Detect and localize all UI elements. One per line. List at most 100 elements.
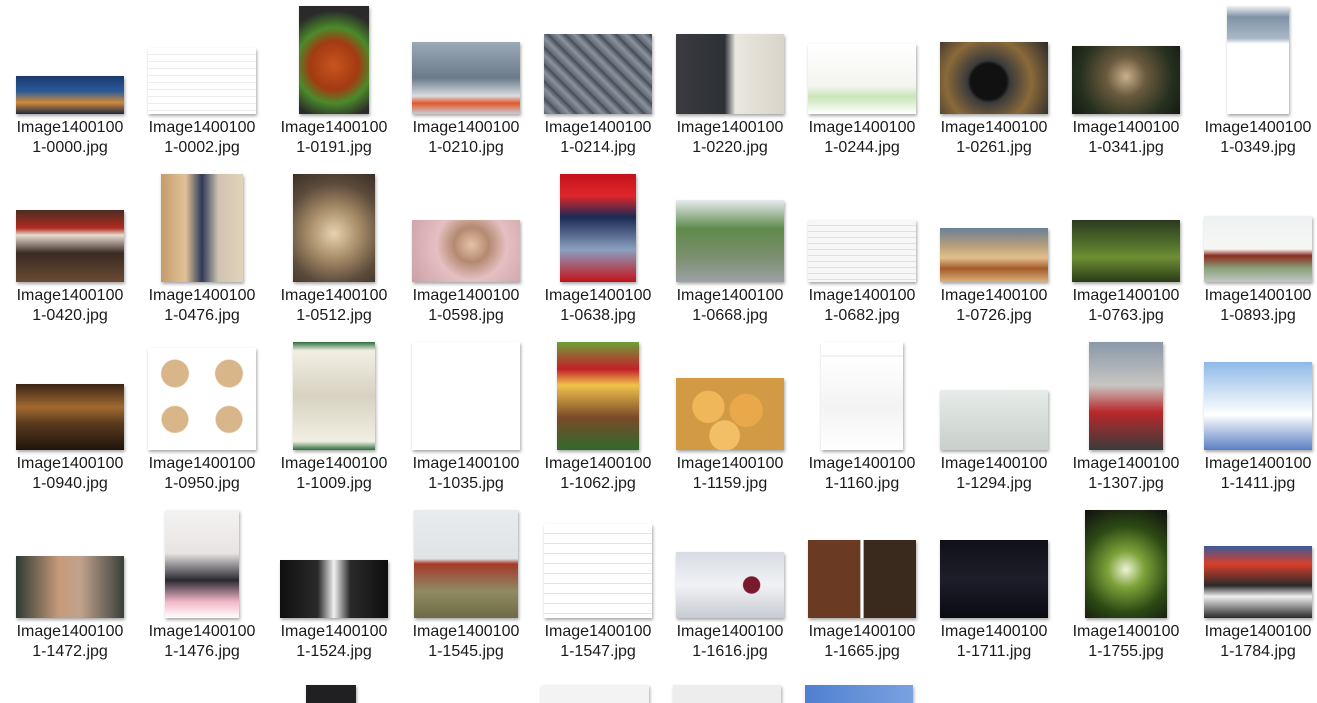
file-name-label[interactable]: Image1400100 1-1755.jpg [1060, 622, 1192, 662]
file-name-label[interactable]: Image1400100 1-1009.jpg [268, 454, 400, 494]
spider-plant-thumbnail[interactable] [1085, 510, 1167, 618]
file-item[interactable]: Image1400100 1-0261.jpg [928, 0, 1060, 168]
file-name-label[interactable]: Image1400100 1-1476.jpg [136, 622, 268, 662]
old-man-portrait-thumbnail[interactable] [1072, 46, 1180, 114]
file-item[interactable]: Image1400100 1-0214.jpg [532, 0, 664, 168]
file-name-label[interactable]: Image1400100 1-1472.jpg [4, 622, 136, 662]
file-name-label[interactable]: Image1400100 1-1062.jpg [532, 454, 664, 494]
file-name-label[interactable]: Image1400100 1-1616.jpg [664, 622, 796, 662]
file-name-label[interactable]: Image1400100 1-0668.jpg [664, 286, 796, 326]
document-thumbnail-partial[interactable] [541, 685, 649, 703]
girl-balloons-thumbnail[interactable] [165, 510, 239, 618]
football-referees-thumbnail[interactable] [1072, 220, 1180, 282]
file-name-label[interactable]: Image1400100 1-0220.jpg [664, 118, 796, 158]
fantasy-illustration-thumbnail[interactable] [293, 174, 375, 282]
basketball-players-thumbnail[interactable] [1204, 546, 1312, 618]
police-poster-thumbnail[interactable] [560, 174, 636, 282]
masked-face-art-thumbnail[interactable] [676, 552, 784, 618]
file-item[interactable]: Image1400100 1-1616.jpg [664, 504, 796, 672]
file-name-label[interactable]: Image1400100 1-1035.jpg [400, 454, 532, 494]
file-item[interactable]: Image1400100 1-1476.jpg [136, 504, 268, 672]
file-name-label[interactable]: Image1400100 1-1411.jpg [1192, 454, 1317, 494]
file-name-label[interactable]: Image1400100 1-0000.jpg [4, 118, 136, 158]
file-name-label[interactable]: Image1400100 1-0940.jpg [4, 454, 136, 494]
file-name-label[interactable]: Image1400100 1-0210.jpg [400, 118, 532, 158]
file-item[interactable]: Image1400100 1-0893.jpg [1192, 168, 1317, 336]
dark-screen-thumbnail-partial[interactable] [306, 685, 356, 703]
file-item[interactable]: Image1400100 1-0210.jpg [400, 0, 532, 168]
file-name-label[interactable]: Image1400100 1-0950.jpg [136, 454, 268, 494]
file-item[interactable]: Image1400100 1-0638.jpg [532, 168, 664, 336]
file-item[interactable]: Image1400100 1-1411.jpg [1192, 336, 1317, 504]
file-item[interactable]: Image1400100 1-1159.jpg [664, 336, 796, 504]
file-item[interactable]: Image1400100 1-0598.jpg [400, 168, 532, 336]
file-name-label[interactable]: Image1400100 1-1547.jpg [532, 622, 664, 662]
night-city-skyline-thumbnail[interactable] [16, 76, 124, 114]
file-name-label[interactable]: Image1400100 1-1711.jpg [928, 622, 1060, 662]
file-name-label[interactable]: Image1400100 1-1784.jpg [1192, 622, 1317, 662]
file-item[interactable]: Image1400100 1-1547.jpg [532, 504, 664, 672]
file-name-label[interactable]: Image1400100 1-0214.jpg [532, 118, 664, 158]
file-item[interactable]: Image1400100 1-0191.jpg [268, 0, 400, 168]
file-name-label[interactable]: Image1400100 1-1524.jpg [268, 622, 400, 662]
file-item[interactable]: Image1400100 1-0341.jpg [1060, 0, 1192, 168]
file-item[interactable]: Image1400100 1-0420.jpg [4, 168, 136, 336]
file-name-label[interactable]: Image1400100 1-1160.jpg [796, 454, 928, 494]
sesame-balls-thumbnail[interactable] [676, 378, 784, 450]
file-name-label[interactable]: Image1400100 1-0244.jpg [796, 118, 928, 158]
man-at-door-thumbnail[interactable] [676, 34, 784, 114]
menu-paper-thumbnail[interactable] [940, 390, 1048, 450]
stir-fry-dish-thumbnail[interactable] [299, 6, 369, 114]
file-item[interactable]: Image1400100 1-0244.jpg [796, 0, 928, 168]
file-item[interactable]: Image1400100 1-1711.jpg [928, 504, 1060, 672]
tree-parking-thumbnail[interactable] [676, 200, 784, 282]
aerial-rooftops-thumbnail[interactable] [544, 34, 652, 114]
girl-red-vest-thumbnail[interactable] [1089, 342, 1163, 450]
file-item[interactable]: Image1400100 1-0726.jpg [928, 168, 1060, 336]
worksheet-comic-thumbnail[interactable] [821, 342, 903, 450]
file-item[interactable]: Image1400100 1-1160.jpg [796, 336, 928, 504]
file-name-label[interactable]: Image1400100 1-0191.jpg [268, 118, 400, 158]
shop-stall-thumbnail[interactable] [557, 342, 639, 450]
file-name-label[interactable]: Image1400100 1-1545.jpg [400, 622, 532, 662]
file-name-label[interactable]: Image1400100 1-1307.jpg [1060, 454, 1192, 494]
file-item[interactable]: Image1400100 1-1784.jpg [1192, 504, 1317, 672]
file-item[interactable]: Image1400100 1-0668.jpg [664, 168, 796, 336]
file-name-label[interactable]: Image1400100 1-0726.jpg [928, 286, 1060, 326]
file-item[interactable]: Image1400100 1-0476.jpg [136, 168, 268, 336]
snooker-players-thumbnail[interactable] [280, 560, 388, 618]
file-name-label[interactable]: Image1400100 1-1665.jpg [796, 622, 928, 662]
file-name-label[interactable]: Image1400100 1-0763.jpg [1060, 286, 1192, 326]
cat-line-drawing-thumbnail[interactable] [412, 342, 520, 450]
file-item[interactable]: Image1400100 1-0002.jpg [136, 0, 268, 168]
food-collage-thumbnail[interactable] [808, 540, 916, 618]
anime-character-thumbnail[interactable] [1204, 362, 1312, 450]
snow-street-workers-thumbnail[interactable] [412, 42, 520, 114]
file-name-label[interactable]: Image1400100 1-0682.jpg [796, 286, 928, 326]
spreadsheet-thumbnail[interactable] [808, 220, 916, 282]
file-name-label[interactable]: Image1400100 1-0638.jpg [532, 286, 664, 326]
camera-lens-thumbnail[interactable] [940, 42, 1048, 114]
file-item[interactable]: Image1400100 1-0682.jpg [796, 168, 928, 336]
ink-drawing-poster-thumbnail[interactable] [293, 342, 375, 450]
toilet-posture-diagram-thumbnail[interactable] [148, 348, 256, 450]
file-name-label[interactable]: Image1400100 1-0420.jpg [4, 286, 136, 326]
file-item[interactable]: Image1400100 1-0220.jpg [664, 0, 796, 168]
file-item[interactable]: Image1400100 1-0950.jpg [136, 336, 268, 504]
file-item[interactable]: Image1400100 1-1009.jpg [268, 336, 400, 504]
file-item[interactable]: Image1400100 1-1035.jpg [400, 336, 532, 504]
file-name-label[interactable]: Image1400100 1-0002.jpg [136, 118, 268, 158]
file-item[interactable]: Image1400100 1-0349.jpg [1192, 0, 1317, 168]
gantry-crane-field-thumbnail[interactable] [414, 510, 518, 618]
file-name-label[interactable]: Image1400100 1-0349.jpg [1192, 118, 1317, 158]
document-table-thumbnail[interactable] [148, 48, 256, 114]
file-name-label[interactable]: Image1400100 1-0598.jpg [400, 286, 532, 326]
file-item[interactable]: Image1400100 1-1307.jpg [1060, 336, 1192, 504]
bookstore-interior-thumbnail[interactable] [16, 384, 124, 450]
file-item[interactable]: Image1400100 1-1472.jpg [4, 504, 136, 672]
file-item[interactable]: Image1400100 1-0940.jpg [4, 336, 136, 504]
table-document-thumbnail[interactable] [544, 524, 652, 618]
file-item[interactable]: Image1400100 1-1665.jpg [796, 504, 928, 672]
sky-thumbnail-partial[interactable] [805, 685, 913, 703]
restaurant-facade-thumbnail[interactable] [16, 210, 124, 282]
